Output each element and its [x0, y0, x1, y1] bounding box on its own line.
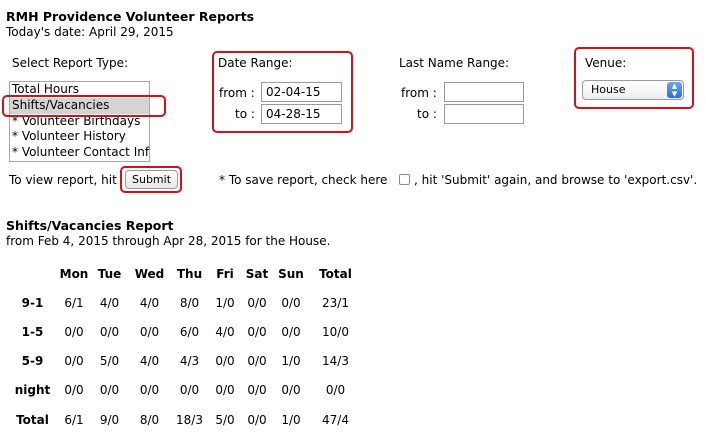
table-cell: 8/0	[179, 295, 200, 310]
shifts-vacancies-table: Mon Tue Wed Thu Fri Sat Sun Total 9-1 6/…	[6, 259, 363, 434]
table-cell: 0/0	[139, 383, 160, 398]
highlight-date-range	[212, 51, 353, 133]
column-header: Mon	[59, 266, 89, 281]
page-title: RMH Providence Volunteer Reports	[6, 9, 255, 24]
last-name-range-label: Last Name Range:	[399, 56, 510, 70]
row-header: Total	[16, 412, 49, 427]
save-report-text: * To save report, check here	[219, 173, 388, 187]
export-checkbox[interactable]	[399, 174, 410, 185]
table-row: 1-5 0/0 0/0 0/0 6/0 4/0 0/0 0/0 10/0	[6, 317, 363, 346]
table-row: Total 6/1 9/0 8/0 18/3 5/0 0/0 1/0 47/4	[6, 405, 363, 434]
highlight-report-option	[2, 95, 166, 117]
column-header: Fri	[216, 266, 234, 281]
table-header-row: Mon Tue Wed Thu Fri Sat Sun Total	[6, 259, 363, 288]
row-header: 1-5	[21, 324, 44, 339]
table-cell: 0/0	[247, 324, 267, 339]
table-cell: 0/0	[247, 412, 267, 427]
column-header: Sun	[278, 266, 304, 281]
column-header: Total	[319, 266, 352, 281]
column-header: Tue	[97, 266, 122, 281]
last-name-to-input[interactable]	[444, 104, 524, 124]
table-row: 5-9 0/0 5/0 4/0 4/3 0/0 0/0 1/0 14/3	[6, 347, 363, 376]
table-cell: 0/0	[281, 383, 301, 398]
table-cell: 9/0	[99, 412, 120, 427]
report-option-volunteer-history[interactable]: * Volunteer History	[10, 129, 149, 145]
table-cell: 0/0	[215, 354, 235, 369]
row-header: night	[14, 383, 51, 398]
table-cell: 0/0	[64, 383, 84, 398]
table-cell: 0/0	[281, 324, 301, 339]
table-cell: 0/0	[99, 324, 120, 339]
table-cell: 14/3	[322, 354, 349, 369]
table-row: 9-1 6/1 4/0 4/0 8/0 1/0 0/0 0/0 23/1	[6, 288, 363, 317]
table-row: night 0/0 0/0 0/0 0/0 0/0 0/0 0/0 0/0	[6, 376, 363, 405]
table-cell: 4/0	[215, 324, 235, 339]
table-cell: 4/0	[139, 295, 160, 310]
table-cell: 4/3	[179, 354, 200, 369]
report-option-volunteer-contact-info[interactable]: * Volunteer Contact Info	[10, 145, 149, 161]
report-subtitle: from Feb 4, 2015 through Apr 28, 2015 fo…	[6, 234, 331, 248]
table-cell: 5/0	[215, 412, 235, 427]
table-cell: 0/0	[281, 295, 301, 310]
last-name-from-label: from :	[401, 86, 437, 100]
table-cell: 23/1	[322, 295, 349, 310]
last-name-from-input[interactable]	[444, 82, 524, 102]
table-cell: 6/0	[179, 324, 200, 339]
table-cell: 4/0	[99, 295, 120, 310]
column-header	[6, 259, 59, 288]
table-cell: 0/0	[64, 354, 84, 369]
column-header: Sat	[245, 266, 269, 281]
table-cell: 10/0	[322, 324, 349, 339]
save-report-instructions: , hit 'Submit' again, and browse to 'exp…	[414, 173, 698, 187]
report-type-label: Select Report Type:	[12, 56, 129, 70]
table-cell: 0/0	[99, 383, 120, 398]
view-report-text: To view report, hit	[9, 173, 117, 187]
row-header: 5-9	[21, 354, 44, 369]
table-cell: 47/4	[322, 412, 349, 427]
last-name-to-label: to :	[417, 107, 437, 121]
table-cell: 0/0	[247, 295, 267, 310]
table-cell: 1/0	[281, 354, 301, 369]
table-cell: 18/3	[176, 412, 203, 427]
table-cell: 0/0	[247, 354, 267, 369]
table-cell: 5/0	[99, 354, 120, 369]
todays-date: Today's date: April 29, 2015	[6, 25, 174, 39]
table-cell: 6/1	[64, 412, 84, 427]
table-cell: 1/0	[215, 295, 235, 310]
table-cell: 0/0	[64, 324, 84, 339]
table-cell: 1/0	[281, 412, 301, 427]
highlight-submit	[120, 166, 182, 193]
table-cell: 4/0	[139, 354, 160, 369]
highlight-venue	[574, 47, 694, 109]
column-header: Thu	[176, 266, 203, 281]
report-title: Shifts/Vacancies Report	[6, 218, 174, 233]
table-cell: 0/0	[247, 383, 267, 398]
column-header: Wed	[134, 266, 165, 281]
table-cell: 0/0	[139, 324, 160, 339]
table-cell: 6/1	[64, 295, 84, 310]
report-type-listbox[interactable]: Total Hours Shifts/Vacancies * Volunteer…	[9, 81, 150, 162]
table-cell: 0/0	[179, 383, 200, 398]
table-cell: 8/0	[139, 412, 160, 427]
table-cell: 0/0	[215, 383, 235, 398]
table-cell: 0/0	[325, 383, 346, 398]
row-header: 9-1	[21, 295, 44, 310]
